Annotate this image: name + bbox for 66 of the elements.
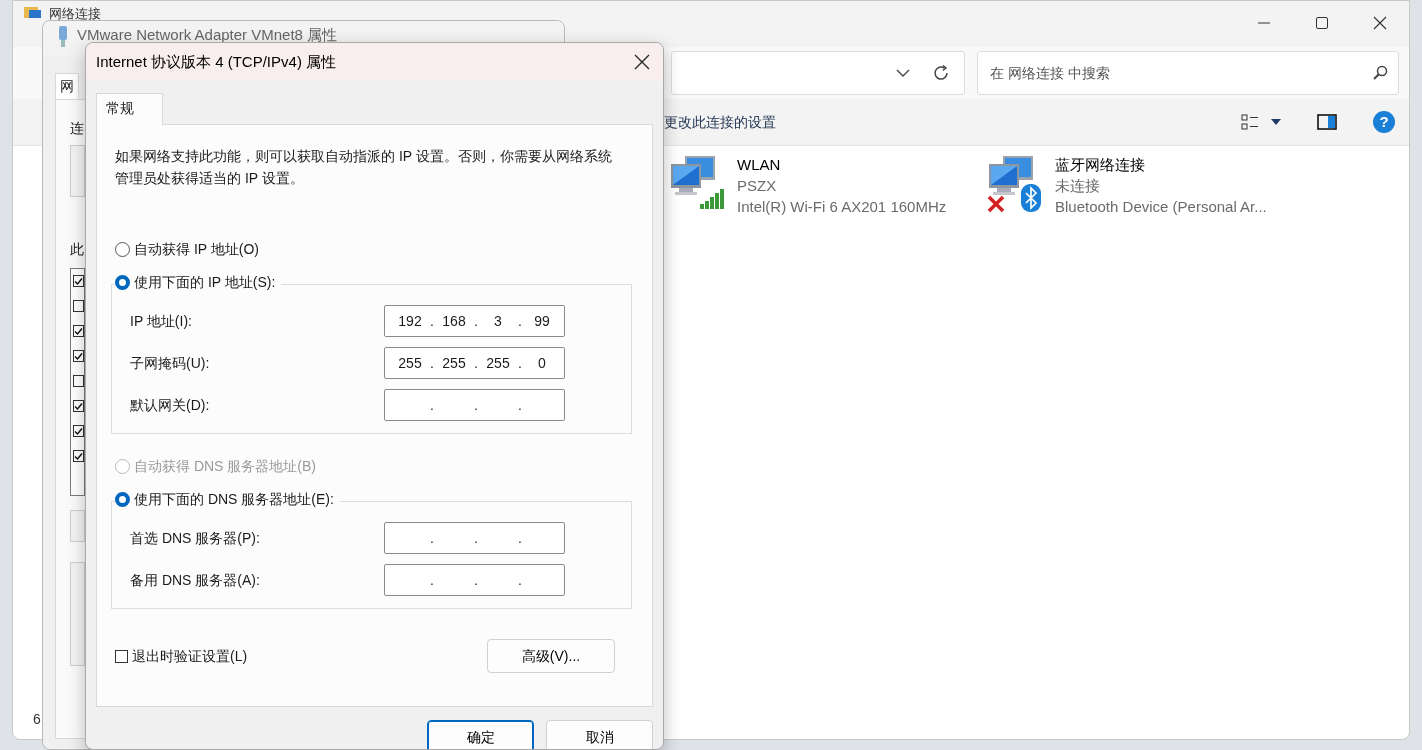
checkbox[interactable] [73,275,84,287]
search-icon[interactable] [1372,65,1388,81]
radio-button[interactable] [115,275,130,290]
checkbox[interactable] [73,450,84,462]
connection-name[interactable]: WLAN [737,154,947,175]
checkmark-icon [74,451,83,461]
cancel-button[interactable]: 取消 [546,720,653,749]
checkmark-icon [74,326,83,336]
advanced-button[interactable]: 高级(V)... [487,639,615,673]
checkbox[interactable] [73,425,84,437]
field-label: 子网掩码(U): [130,353,211,373]
checkbox[interactable] [73,400,84,412]
field-label: 默认网关(D): [130,395,211,415]
checkmark-icon [74,426,83,436]
checkbox[interactable] [73,350,84,362]
field-label: 连 [70,119,84,138]
dialog-title: Internet 协议版本 4 (TCP/IPv4) 属性 [96,51,337,72]
caret-icon[interactable] [1271,119,1281,125]
field-label: 此 [70,240,84,259]
tab[interactable]: 网 [55,73,79,99]
checkmark-icon [74,401,83,411]
device-name: Intel(R) Wi-Fi 6 AX201 160MHz [737,197,947,217]
ip-address-field[interactable]: 255 . 255 . 255 . 0 [384,347,565,379]
radio-label: 自动获得 IP 地址(O) [134,240,259,259]
radio-button[interactable] [115,242,130,257]
radio-label: 自动获得 DNS 服务器地址(B) [134,457,316,476]
checkbox[interactable] [73,300,84,312]
refresh-icon[interactable] [932,64,950,82]
preview-pane-icon[interactable] [1317,114,1337,130]
checkbox[interactable] [115,649,128,663]
checkmark-icon [74,351,83,361]
ok-button[interactable]: 确定 [427,720,534,749]
adapter-icon [57,26,69,48]
chevron-down-icon[interactable] [896,68,910,78]
window-title: VMware Network Adapter VMnet8 属性 [77,26,338,44]
ip-address-field[interactable]: . . . [384,389,565,421]
connection-name[interactable]: 蓝牙网络连接 [1055,154,1267,175]
field-label: 备用 DNS 服务器(A): [130,570,261,590]
radio-button[interactable] [115,492,130,507]
command-link[interactable]: 更改此连接的设置 [664,111,776,133]
signal-bars-icon [699,188,725,210]
radio-label: 使用下面的 DNS 服务器地址(E): [134,490,334,509]
tab[interactable]: 常规 [96,93,163,125]
network-folder-icon [23,4,43,20]
field-label: IP 地址(I): [130,311,193,331]
view-icon[interactable] [1241,114,1259,130]
connection-status: 未连接 [1055,176,1101,196]
ip-address-field[interactable]: 192 . 168 . 3 . 99 [384,305,565,337]
ip-address-field[interactable]: . . . [384,522,565,554]
bluetooth-icon [1021,184,1041,212]
help-icon[interactable]: ? [1373,111,1395,133]
description-text: 如果网络支持此功能，则可以获取自动指派的 IP 设置。否则，你需要从网络系统管理员处获得适当的 IP 设置。 [115,147,613,188]
search-box[interactable]: 在 网络连接 中搜索 [977,51,1399,95]
radio-label: 使用下面的 IP 地址(S): [134,273,276,292]
close-icon[interactable] [633,53,651,71]
checkmark-icon [74,276,83,286]
checkbox[interactable] [73,325,84,337]
search-field[interactable]: 在 网络连接 中搜索 [988,61,1372,85]
window-title: 网络连接 [49,5,101,23]
ip-address-field[interactable]: . . . [384,564,565,596]
field-label: 首选 DNS 服务器(P): [130,528,261,548]
item-count: 6 [32,710,41,729]
device-name: Bluetooth Device (Personal Ar... [1055,197,1267,217]
checkbox[interactable] [73,375,84,387]
connection-status: PSZX [737,176,778,196]
checkbox-label: 退出时验证设置(L) [132,646,248,666]
